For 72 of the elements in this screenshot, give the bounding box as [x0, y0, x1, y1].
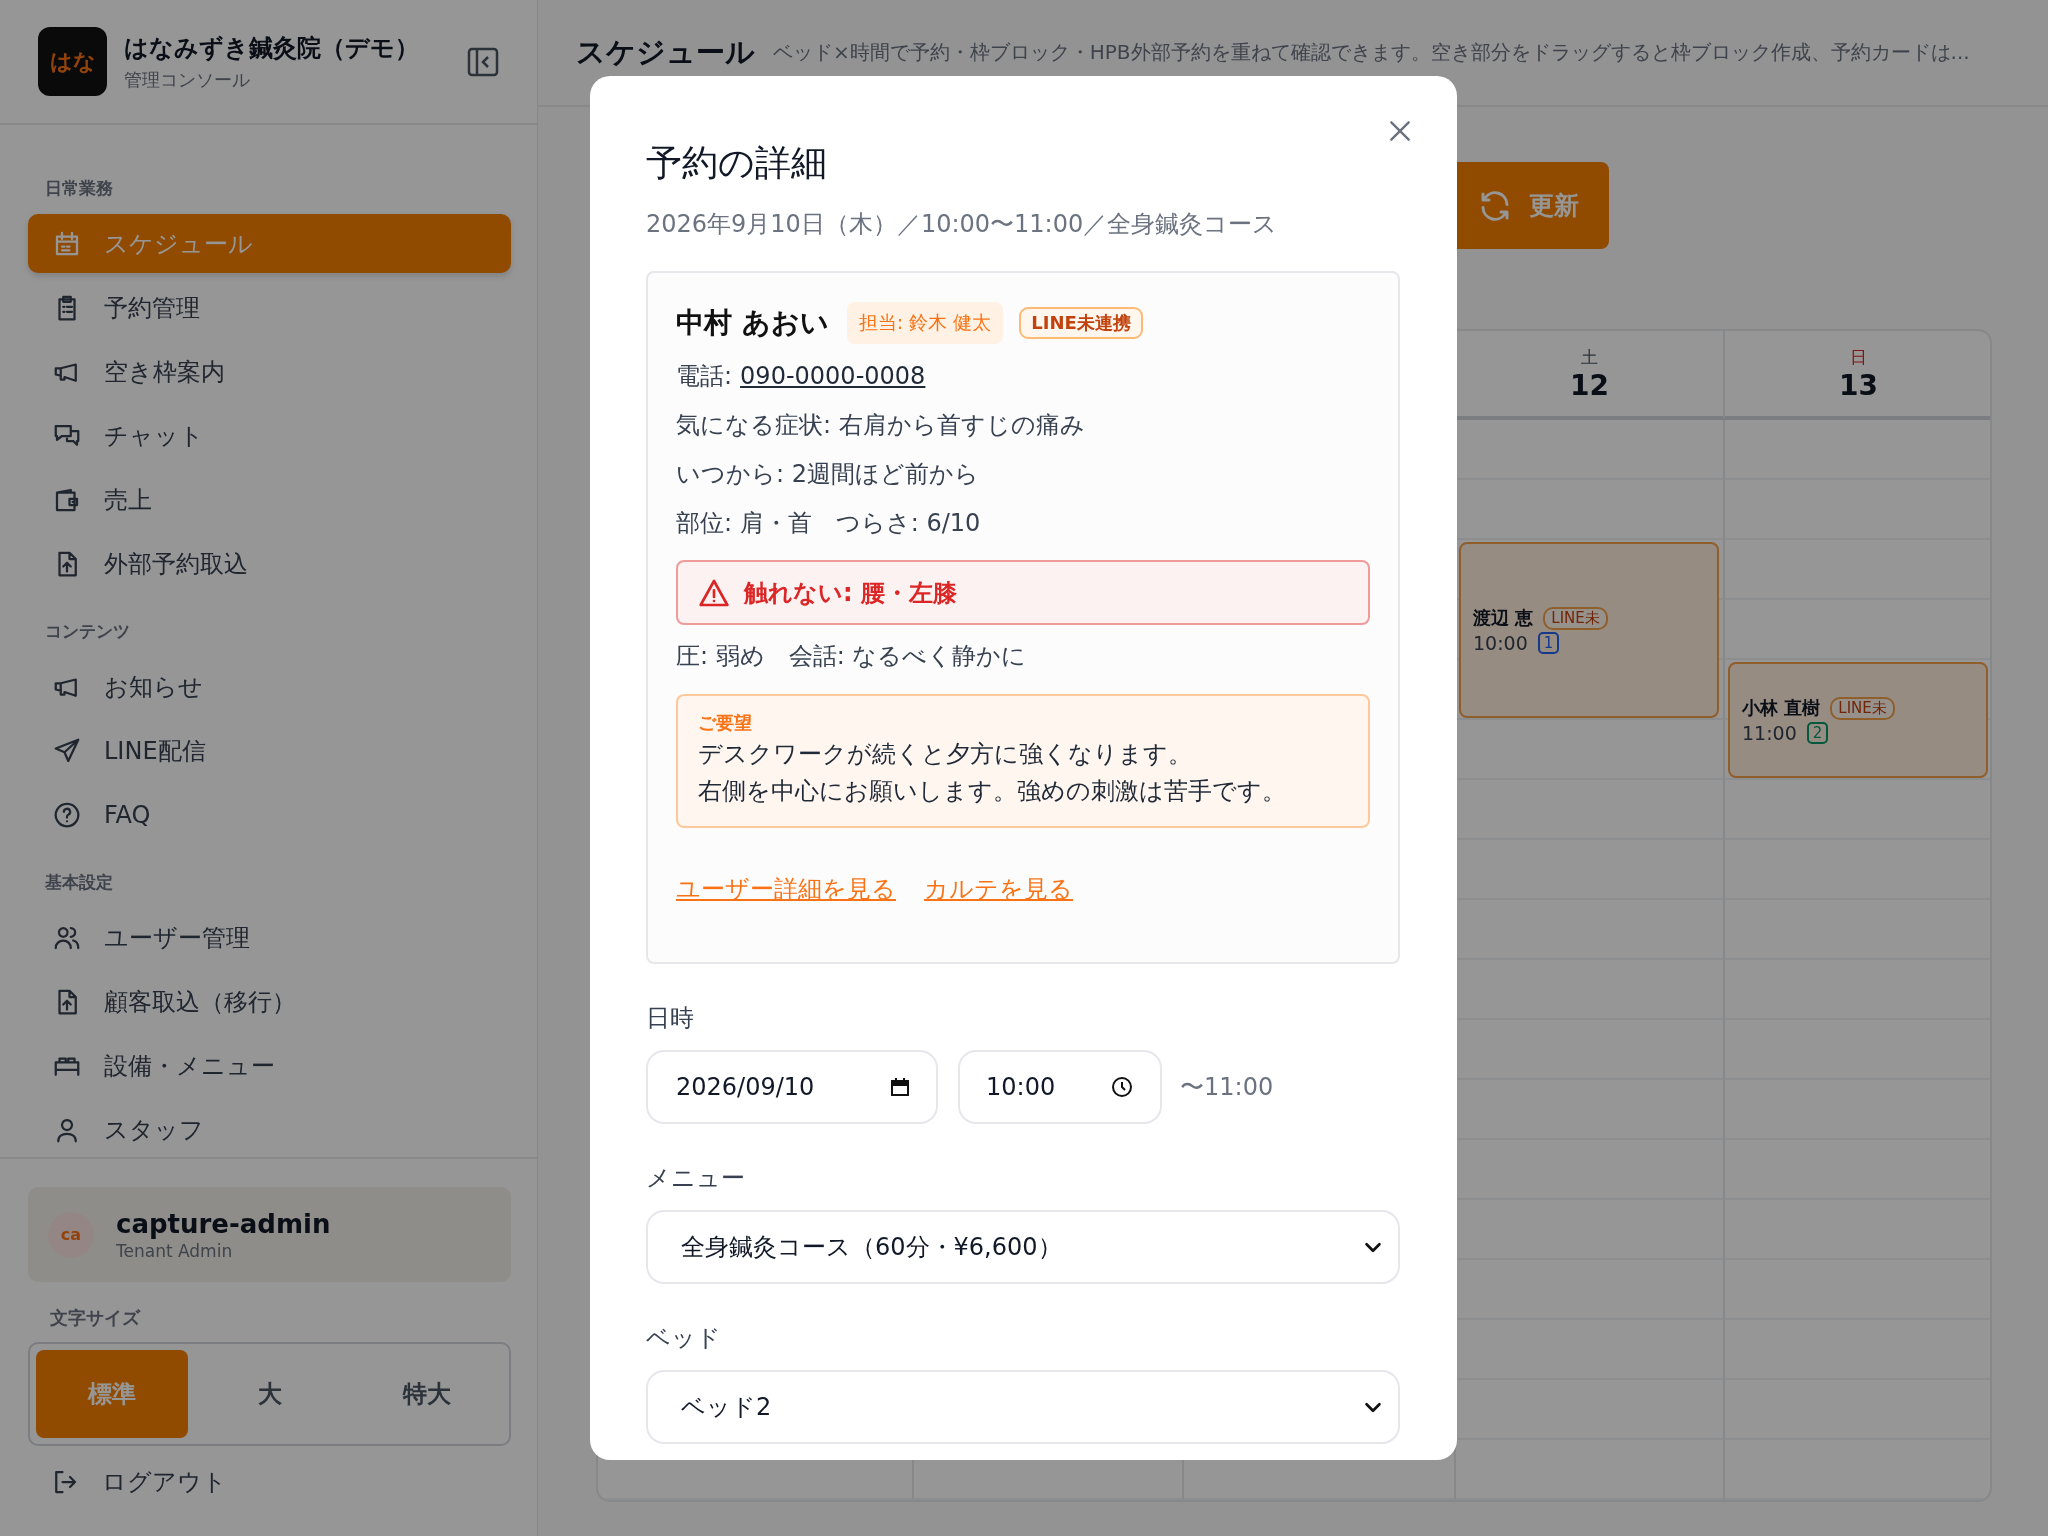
day-number: 13 — [1839, 368, 1878, 402]
nav-item[interactable]: スタッフ — [28, 1100, 511, 1157]
reservation-summary: 2026年9月10日（木）／10:00〜11:00／全身鍼灸コース — [646, 209, 1279, 240]
calendar-icon — [888, 1075, 912, 1099]
nav-section-heading: コンテンツ — [45, 620, 131, 642]
nav-section-heading: 日常業務 — [45, 177, 114, 199]
phone-label: 電話: — [676, 361, 733, 392]
request-heading: ご要望 — [698, 711, 753, 735]
phone-link[interactable]: 090-0000-0008 — [740, 358, 926, 394]
nav-item[interactable]: 空き枠案内 — [28, 342, 511, 401]
field-label: 日時 — [646, 1003, 695, 1034]
customer-name: 中村 あおい — [676, 305, 829, 341]
detail-link[interactable]: ユーザー詳細を見る — [676, 871, 896, 907]
detail-link[interactable]: カルテを見る — [924, 871, 1073, 907]
nav-item[interactable]: お知らせ — [28, 657, 511, 716]
time-field[interactable]: 10:00 — [958, 1050, 1162, 1124]
avatar: ca — [48, 1211, 94, 1258]
user-name: capture-admin — [116, 1208, 331, 1239]
request-text: デスクワークが続くと夕方に強くなります。 — [698, 739, 1193, 770]
bed-select[interactable]: ベッド2 — [646, 1370, 1400, 1444]
patient-name: 小林 直樹 — [1742, 696, 1821, 720]
logout-link[interactable]: ログアウト — [28, 1464, 511, 1500]
staff-tag: 担当: 鈴木 健太 — [846, 302, 1004, 344]
detail-line: いつから: 2週間ほど前から — [676, 459, 980, 490]
appointment-card[interactable]: 渡辺 恵 LINE未 10:00 1 — [1459, 542, 1719, 718]
nav-section-heading: 基本設定 — [45, 871, 114, 893]
nav-item[interactable]: ユーザー管理 — [28, 908, 511, 967]
nav-item[interactable]: 予約管理 — [28, 278, 511, 337]
console-subtitle: 管理コンソール — [124, 67, 251, 92]
warning-text: 触れない: 腰・左膝 — [744, 577, 957, 609]
dialog-title: 予約の詳細 — [646, 141, 828, 185]
line-status-tag: LINE未 — [1830, 696, 1895, 720]
end-time: 〜11:00 — [1180, 1072, 1274, 1103]
nav-item[interactable]: 外部予約取込 — [28, 534, 511, 593]
font-size-option[interactable]: 特大 — [351, 1350, 503, 1438]
menu-select[interactable]: 全身鍼灸コース（60分・¥6,600） — [646, 1210, 1400, 1284]
nav-item[interactable]: LINE配信 — [28, 721, 511, 780]
close-icon[interactable] — [1387, 118, 1413, 144]
page-title: スケジュール — [576, 33, 755, 71]
detail-line: 部位: 肩・首 つらさ: 6/10 — [676, 508, 982, 539]
page-description: ベッド×時間で予約・枠ブロック・HPB外部予約を重ねて確認できます。空き部分をドラッグすると枠ブロック作成、予約カードは... — [773, 39, 1970, 66]
clinic-name: はなみずき鍼灸院（デモ） — [124, 32, 420, 64]
time-slot[interactable] — [1456, 1440, 1725, 1500]
date-field[interactable]: 2026/09/10 — [646, 1050, 938, 1124]
line-status-tag: LINE未 — [1543, 606, 1608, 630]
appointment-card[interactable]: 小林 直樹 LINE未 11:00 2 — [1728, 662, 1988, 778]
preference-line: 圧: 弱め 会話: なるべく静かに — [676, 641, 1028, 672]
nav-item[interactable]: 設備・メニュー — [28, 1036, 511, 1095]
nav-item[interactable]: 顧客取込（移行） — [28, 972, 511, 1031]
weekday-label: 日 — [1850, 345, 1867, 369]
request-text: 右側を中心にお願いします。強めの刺激は苦手です。 — [698, 776, 1287, 807]
weekday-label: 土 — [1581, 345, 1598, 369]
appointment-time: 11:00 — [1742, 722, 1797, 744]
font-size-label: 文字サイズ — [50, 1306, 142, 1330]
day-number: 12 — [1570, 368, 1609, 402]
bed-number: 1 — [1537, 632, 1560, 654]
clock-icon — [1110, 1075, 1134, 1099]
detail-line: 気になる症状: 右肩から首すじの痛み — [676, 410, 1086, 441]
appointment-time: 10:00 — [1473, 632, 1528, 654]
user-card[interactable]: ca capture-admin Tenant Admin — [28, 1187, 511, 1282]
nav-item[interactable]: チャット — [28, 406, 511, 465]
bed-number: 2 — [1806, 722, 1829, 744]
line-status-tag: LINE未連携 — [1019, 307, 1143, 339]
logo: はな — [38, 27, 107, 96]
user-role: Tenant Admin — [116, 1240, 234, 1261]
patient-name: 渡辺 恵 — [1473, 606, 1534, 630]
field-label: メニュー — [646, 1163, 746, 1194]
collapse-sidebar-icon[interactable] — [467, 45, 499, 78]
field-label: ベッド — [646, 1323, 722, 1354]
nav-item[interactable]: FAQ — [28, 785, 511, 844]
font-size-option[interactable]: 大 — [193, 1350, 346, 1438]
nav-item[interactable]: 売上 — [28, 470, 511, 529]
